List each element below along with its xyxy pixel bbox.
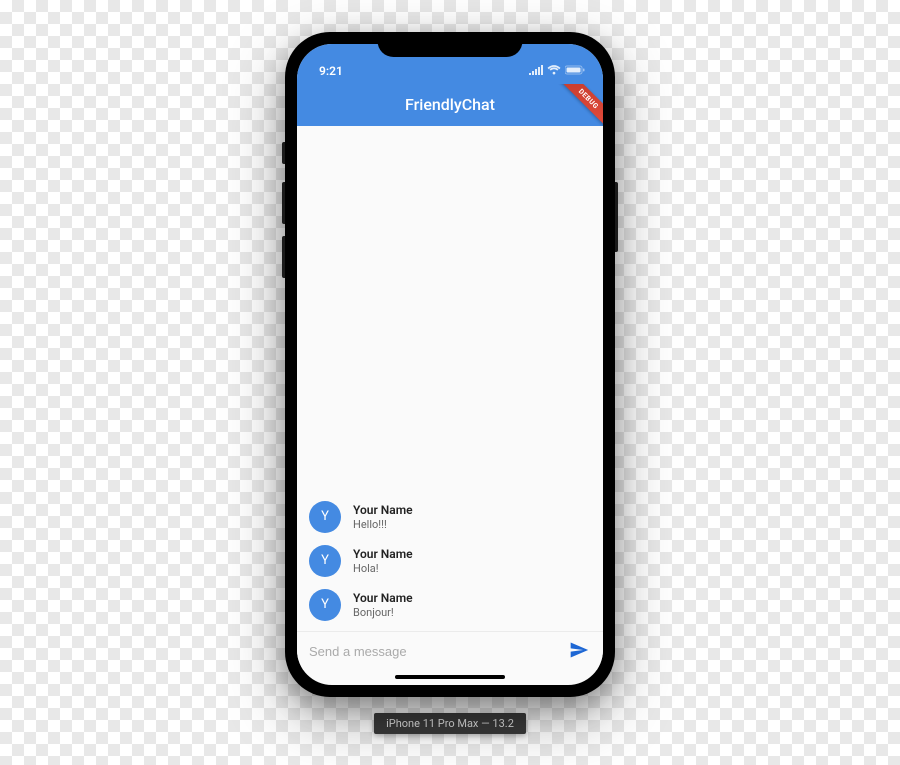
message-row: Y Your Name Bonjour! (297, 583, 603, 627)
debug-banner: DEBUG (555, 84, 603, 126)
message-sender: Your Name (353, 503, 413, 517)
avatar: Y (309, 545, 341, 577)
phone-side-buttons-left (282, 142, 285, 290)
app-title: FriendlyChat (405, 95, 495, 114)
status-time: 9:21 (319, 64, 343, 82)
signal-icon (529, 64, 543, 78)
device-label: iPhone 11 Pro Max — 13.2 (374, 713, 526, 734)
message-sender: Your Name (353, 591, 413, 605)
app-screen: 9:21 DEBUG FriendlyChat Y Your (297, 44, 603, 685)
wifi-icon (547, 64, 561, 78)
phone-frame: 9:21 DEBUG FriendlyChat Y Your (285, 32, 615, 697)
message-text: Bonjour! (353, 606, 413, 619)
message-row: Y Your Name Hola! (297, 539, 603, 583)
message-text: Hola! (353, 562, 413, 575)
phone-notch (378, 32, 523, 57)
status-right-cluster (529, 64, 585, 82)
message-input[interactable] (309, 644, 567, 659)
avatar: Y (309, 589, 341, 621)
phone-side-buttons-right (615, 182, 618, 252)
message-text: Hello!!! (353, 518, 413, 531)
avatar: Y (309, 501, 341, 533)
messages-list[interactable]: Y Your Name Hello!!! Y Your Name Hola! Y… (297, 126, 603, 631)
send-button[interactable] (567, 640, 591, 664)
battery-icon (565, 64, 585, 78)
message-row: Y Your Name Hello!!! (297, 495, 603, 539)
send-icon (569, 640, 589, 664)
input-bar (297, 631, 603, 670)
home-indicator[interactable] (395, 675, 505, 679)
app-bar: DEBUG FriendlyChat (297, 84, 603, 126)
message-sender: Your Name (353, 547, 413, 561)
